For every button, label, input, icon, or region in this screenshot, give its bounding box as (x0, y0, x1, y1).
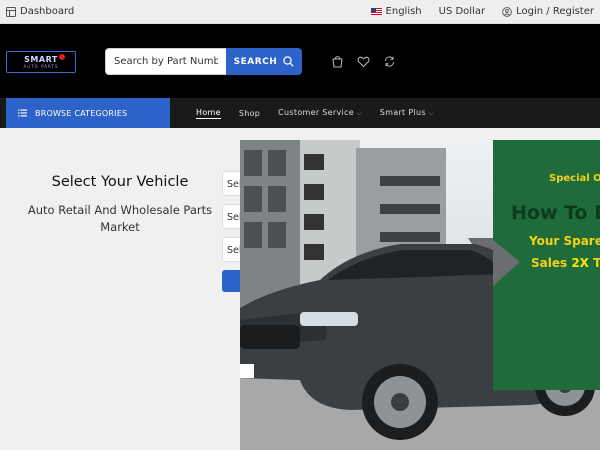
browse-categories-button[interactable]: BROWSE CATEGORIES (6, 98, 170, 128)
promo-banner[interactable]: Special Of How To E Your Spare Sales 2X … (240, 140, 600, 450)
dashboard-label: Dashboard (20, 6, 75, 17)
promo-line-4-suffix: T (593, 256, 600, 270)
list-menu-icon (18, 109, 27, 117)
nav-smart-plus-label: Smart Plus (379, 108, 426, 117)
site-header: SMART AUTO PARTS SEARCH (0, 24, 600, 98)
us-flag-icon (370, 8, 382, 15)
search-button[interactable]: SEARCH (226, 48, 302, 75)
currency-selector[interactable]: US Dollar (439, 6, 485, 17)
login-register-label: Login / Register (516, 6, 594, 17)
search-input[interactable] (105, 48, 226, 75)
chevron-down-icon: ⌵ (356, 110, 362, 117)
promo-line-4: Sales 2X T (531, 256, 600, 270)
dashboard-icon (6, 6, 16, 17)
language-label: English (385, 6, 422, 17)
promo-highlight: 2X (571, 256, 589, 270)
search-button-label: SEARCH (233, 56, 278, 67)
browse-categories-label: BROWSE CATEGORIES (35, 108, 128, 118)
cart-icon[interactable] (330, 54, 344, 68)
promo-line-4-prefix: Sales (531, 256, 572, 270)
logo-tagline: AUTO PARTS (23, 64, 59, 69)
chevron-down-icon: ⌵ (428, 110, 434, 117)
nav-smart-plus[interactable]: Smart Plus ⌵ (380, 108, 434, 118)
dashboard-link[interactable]: Dashboard (6, 6, 74, 17)
hero-section: Select Your Vehicle Auto Retail And Whol… (0, 128, 600, 450)
main-nav: BROWSE CATEGORIES Home Shop Customer Ser… (0, 98, 600, 128)
vehicle-selector-title: Select Your Vehicle (51, 174, 189, 190)
search-icon (283, 56, 295, 67)
nav-customer-service-label: Customer Service (278, 108, 354, 117)
nav-customer-service[interactable]: Customer Service ⌵ (278, 108, 362, 118)
vehicle-selector-subtitle: Auto Retail And Wholesale Parts Market (27, 203, 213, 234)
wishlist-heart-icon[interactable] (356, 54, 370, 68)
logo-text: SMART (24, 55, 58, 64)
nav-shop[interactable]: Shop (239, 109, 260, 118)
promo-line-3: Your Spare (529, 234, 600, 248)
language-selector[interactable]: English (370, 6, 422, 17)
top-bar: Dashboard English US Dollar Login / Regi… (0, 0, 600, 24)
promo-line-1: Special Of (549, 173, 600, 184)
login-register-link[interactable]: Login / Register (502, 6, 594, 17)
user-icon (502, 6, 512, 17)
search-bar: SEARCH (105, 48, 302, 75)
nav-home[interactable]: Home (196, 108, 221, 119)
compare-icon[interactable] (382, 54, 396, 68)
site-logo[interactable]: SMART AUTO PARTS (6, 51, 76, 73)
currency-label: US Dollar (438, 6, 486, 17)
logo-badge-icon (59, 54, 65, 60)
promo-headline: How To E (511, 202, 600, 224)
promo-panel-notch (493, 240, 520, 390)
